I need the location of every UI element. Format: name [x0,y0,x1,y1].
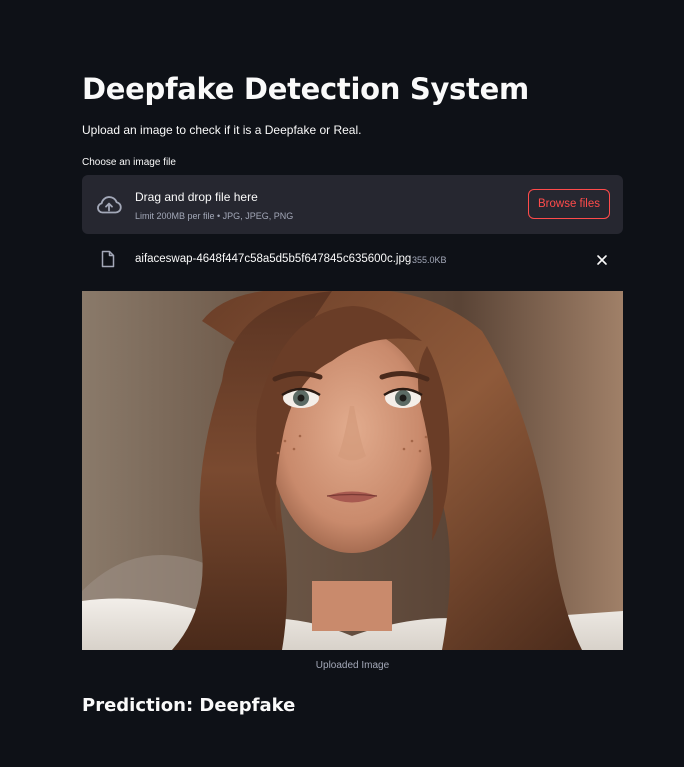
uploaded-file-row: aifaceswap-4648f447c58a5d5b5f647845c6356… [82,247,623,273]
dropzone-instruction: Drag and drop file here [135,190,258,204]
dropzone-limit-text: Limit 200MB per file • JPG, JPEG, PNG [135,211,294,221]
uploaded-file-name: aifaceswap-4648f447c58a5d5b5f647845c6356… [135,253,412,265]
image-caption: Uploaded Image [315,660,390,671]
page-subtitle: Upload an image to check if it is a Deep… [82,123,362,137]
uploader-label: Choose an image file [82,157,176,168]
browse-files-button[interactable]: Browse files [528,189,610,219]
page-title: Deepfake Detection System [82,72,529,106]
uploaded-file-size: 355.0KB [412,255,447,265]
app-page: Deepfake Detection System Upload an imag… [0,0,684,767]
uploaded-image [82,291,623,650]
file-icon [101,250,115,268]
cloud-upload-icon [97,196,122,214]
file-dropzone[interactable]: Drag and drop file here Limit 200MB per … [82,175,623,234]
close-icon [597,255,607,265]
portrait-photo [82,291,623,650]
remove-file-button[interactable] [594,252,610,268]
prediction-result: Prediction: Deepfake [82,695,296,716]
